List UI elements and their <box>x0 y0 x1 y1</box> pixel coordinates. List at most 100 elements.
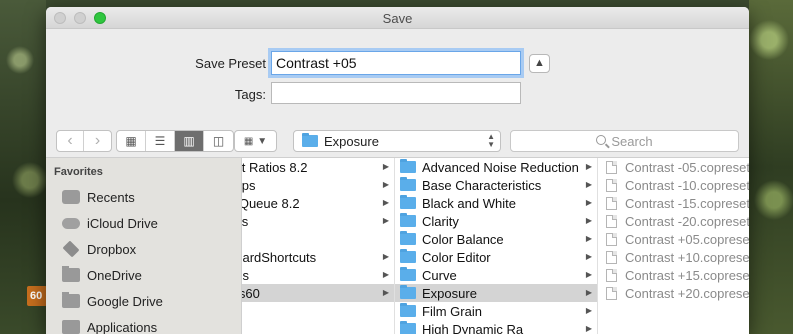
folder-item[interactable]: Base Characteristics ▶ <box>395 176 597 194</box>
disclosure-arrow-icon: ▶ <box>382 270 389 279</box>
file-item[interactable]: Contrast +15.copreset <box>598 266 749 284</box>
file-item[interactable]: Contrast -15.copreset <box>598 194 749 212</box>
sidebar-item-label: Dropbox <box>87 241 137 257</box>
icon-view-icon: ▦ <box>125 134 137 148</box>
location-popup[interactable]: Exposure ▲ ▼ <box>293 130 501 152</box>
item-label: High Dynamic Ra <box>422 321 524 334</box>
folder-icon <box>400 249 416 263</box>
item-label: ults <box>242 213 249 229</box>
folder-item[interactable]: Advanced Noise Reduction ▶ <box>395 158 597 176</box>
folder-icon <box>400 285 416 299</box>
sidebar-item-google-drive[interactable]: Google Drive <box>46 288 241 314</box>
disclosure-arrow-icon: ▶ <box>585 252 592 261</box>
folder-icon <box>400 231 416 245</box>
folder-item[interactable]: Curve ▶ <box>395 266 597 284</box>
item-label: h Queue 8.2 <box>242 195 300 211</box>
desktop-background-right <box>749 0 793 334</box>
tags-input[interactable] <box>271 82 521 104</box>
file-label: Contrast -10.copreset <box>625 177 749 193</box>
sidebar-item-dropbox[interactable]: Dropbox <box>46 236 241 262</box>
folder-item[interactable]: High Dynamic Ra ▶ <box>395 320 597 334</box>
document-icon <box>606 160 617 174</box>
file-item[interactable]: Contrast -05.copreset <box>598 158 749 176</box>
item-label: kups <box>242 177 256 193</box>
list-item[interactable]: h Queue 8.2 ▶ <box>242 194 394 212</box>
disclosure-arrow-icon: ▶ <box>382 288 389 297</box>
item-label: Advanced Noise Reduction <box>422 159 579 175</box>
forward-button[interactable]: › <box>84 131 111 151</box>
folder-item[interactable]: Clarity ▶ <box>395 212 597 230</box>
file-label: Contrast -20.copreset <box>625 213 749 229</box>
back-button[interactable]: ‹ <box>57 131 84 151</box>
document-icon <box>606 250 617 264</box>
sidebar-item-applications[interactable]: Applications <box>46 314 241 334</box>
title-bar: Save <box>46 7 749 29</box>
search-field[interactable]: Search <box>510 130 739 152</box>
folder-item[interactable]: Film Grain ▶ <box>395 302 597 320</box>
collapse-chevron-button[interactable]: ▲ <box>529 54 550 73</box>
sidebar-item-label: iCloud Drive <box>87 215 158 231</box>
file-item[interactable]: Contrast +20.copreset <box>598 284 749 302</box>
save-preset-input[interactable] <box>271 51 521 75</box>
file-item[interactable]: Contrast -20.copreset <box>598 212 749 230</box>
chevron-down-icon: ▼ <box>257 135 268 147</box>
coverflow-view-button[interactable]: ◫ <box>204 131 233 151</box>
sidebar-item-label: Google Drive <box>87 293 163 309</box>
list-item[interactable]: s <box>242 230 394 248</box>
sidebar-item-label: OneDrive <box>87 267 142 283</box>
disclosure-arrow-icon: ▶ <box>382 198 389 207</box>
search-icon <box>596 135 607 145</box>
window-title: Save <box>382 11 413 26</box>
disclosure-arrow-icon: ▶ <box>382 162 389 171</box>
list-view-button[interactable]: ☰ <box>146 131 175 151</box>
arrange-button[interactable]: ▦ ▼ <box>234 130 277 152</box>
document-icon <box>606 214 617 228</box>
sidebar: Favorites Recents iCloud Drive Dropbox OneD… <box>46 158 242 334</box>
document-icon <box>606 178 617 192</box>
list-item[interactable]: -ins ▶ <box>242 266 394 284</box>
item-label: ets60 <box>242 285 260 301</box>
folder-icon <box>302 133 318 147</box>
sidebar-item-label: Recents <box>87 189 135 205</box>
file-label: Contrast +20.copreset <box>625 285 749 301</box>
applications-icon <box>62 320 80 334</box>
folder-icon <box>400 177 416 191</box>
folder-item[interactable]: Black and White ▶ <box>395 194 597 212</box>
folder-item[interactable]: Color Balance ▶ <box>395 230 597 248</box>
sidebar-item-recents[interactable]: Recents <box>46 184 241 210</box>
item-label: Exposure <box>422 285 477 301</box>
item-label: Curve <box>422 267 457 283</box>
browser-toolbar: ‹ › ▦ ☰ ▥ ◫ ▦ ▼ Exposure ▲ ▼ Search <box>46 122 749 158</box>
file-item[interactable]: Contrast +05.copreset <box>598 230 749 248</box>
file-label: Contrast +15.copreset <box>625 267 749 283</box>
disclosure-arrow-icon: ▶ <box>585 180 592 189</box>
folder-icon <box>400 321 416 334</box>
list-item[interactable]: ults ▶ <box>242 212 394 230</box>
sidebar-heading: Favorites <box>54 166 103 178</box>
folder-item[interactable]: Exposure ▶ <box>395 284 597 302</box>
disclosure-arrow-icon: ▶ <box>585 234 592 243</box>
disclosure-arrow-icon: ▶ <box>382 252 389 261</box>
list-item[interactable]: kups ▶ <box>242 176 394 194</box>
column-parent: ect Ratios 8.2 ▶ kups ▶ h Queue 8.2 ▶ ults ▶ sbo… <box>242 158 395 334</box>
icon-view-button[interactable]: ▦ <box>117 131 146 151</box>
file-item[interactable]: Contrast +10.copreset <box>598 248 749 266</box>
list-view-icon: ☰ <box>154 134 166 148</box>
list-item[interactable]: ect Ratios 8.2 ▶ <box>242 158 394 176</box>
item-label: Black and White <box>422 195 516 211</box>
desktop-background-left <box>0 0 46 334</box>
list-item[interactable]: ets60 ▶ <box>242 284 394 302</box>
sidebar-item-onedrive[interactable]: OneDrive <box>46 262 241 288</box>
sidebar-item-icloud-drive[interactable]: iCloud Drive <box>46 210 241 236</box>
file-item[interactable]: Contrast -10.copreset <box>598 176 749 194</box>
item-label: Color Balance <box>422 231 504 247</box>
folder-item[interactable]: Color Editor ▶ <box>395 248 597 266</box>
disclosure-arrow-icon: ▶ <box>585 270 592 279</box>
back-forward-control: ‹ › <box>56 130 112 152</box>
list-item[interactable]: boardShortcuts ▶ <box>242 248 394 266</box>
column-view-button[interactable]: ▥ <box>175 131 204 151</box>
location-label: Exposure <box>324 133 379 149</box>
updown-chevron-icon: ▲ ▼ <box>487 132 495 149</box>
clock-icon <box>62 190 80 204</box>
item-label: Film Grain <box>422 303 482 319</box>
